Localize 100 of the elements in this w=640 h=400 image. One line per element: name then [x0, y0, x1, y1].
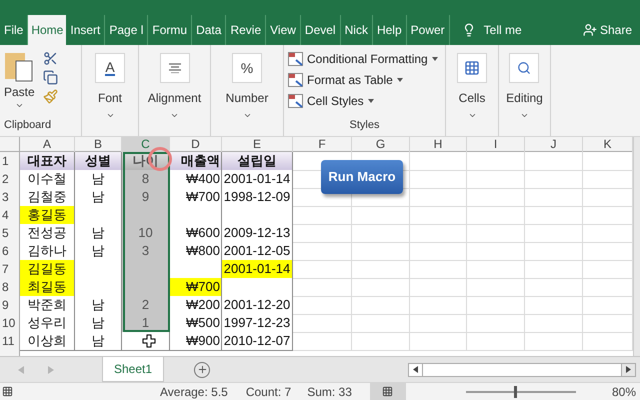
macro-record-icon[interactable] — [2, 386, 13, 397]
zoom-level[interactable]: 80% — [612, 382, 636, 400]
empty-cell — [467, 314, 525, 333]
group-label: Styles — [348, 118, 380, 132]
empty-cell — [467, 332, 525, 351]
table-cell: 대표자 — [20, 152, 75, 171]
empty-cell — [410, 152, 467, 171]
column-header[interactable]: F — [293, 137, 352, 152]
row-header[interactable]: 8 — [0, 278, 20, 297]
ribbon-tab[interactable]: Home — [28, 15, 66, 45]
add-person-icon — [582, 23, 597, 37]
styles-menu-item[interactable]: Format as Table — [288, 71, 445, 89]
row-header[interactable]: 11 — [0, 332, 20, 351]
caret-icon — [170, 111, 179, 120]
empty-cell — [410, 260, 467, 279]
row-header[interactable]: 7 — [0, 260, 20, 279]
cells-icon — [464, 60, 480, 76]
copy-icon[interactable] — [42, 70, 58, 85]
table-cell: 홍길동 — [20, 206, 75, 225]
zoom-slider[interactable] — [466, 386, 576, 398]
run-macro-button[interactable]: Run Macro — [321, 160, 403, 194]
table-cell: 2009-12-13 — [222, 224, 293, 243]
table-cell: 남 — [75, 332, 122, 351]
row-header[interactable]: 1 — [0, 152, 20, 171]
search-icon — [517, 61, 532, 75]
row-header[interactable]: 10 — [0, 314, 20, 333]
table-cell: 남 — [75, 314, 122, 333]
table-cell: 1998-12-09 — [222, 188, 293, 207]
column-header[interactable]: G — [352, 137, 410, 152]
scroll-left-icon[interactable] — [413, 366, 418, 373]
row-header[interactable]: 5 — [0, 224, 20, 243]
row-header[interactable]: 6 — [0, 242, 20, 261]
empty-cell — [467, 296, 525, 315]
row-header[interactable]: 4 — [0, 206, 20, 225]
status-count: Count: 7 — [246, 384, 292, 400]
table-cell: 김길동 — [20, 260, 75, 279]
table-cell: 2001-01-14 — [222, 170, 293, 189]
empty-cell — [352, 296, 410, 315]
cut-icon[interactable] — [42, 51, 58, 66]
column-header[interactable]: H — [410, 137, 467, 152]
empty-cell — [525, 188, 583, 207]
add-sheet-button[interactable] — [194, 362, 210, 378]
empty-cell — [410, 296, 467, 315]
empty-cell — [410, 170, 467, 189]
horizontal-scrollbar[interactable] — [408, 362, 636, 376]
empty-cell — [410, 206, 467, 225]
vertical-scrollbar[interactable] — [633, 137, 640, 356]
empty-cell — [352, 260, 410, 279]
zoom-thumb[interactable] — [514, 386, 517, 398]
editing-button[interactable]: Editing — [502, 45, 547, 136]
plus-icon — [196, 364, 208, 375]
sheet-tab[interactable]: Sheet1 — [102, 356, 164, 382]
empty-cell — [410, 314, 467, 333]
caret-icon — [242, 111, 252, 120]
styles-menu-item[interactable]: Cell Styles — [288, 92, 445, 110]
empty-cell — [525, 260, 583, 279]
table-cell: ₩200 — [170, 296, 222, 315]
percent-icon: % — [240, 58, 254, 78]
scroll-right-icon[interactable] — [626, 366, 631, 373]
caret-icon — [468, 111, 476, 120]
row-header[interactable]: 9 — [0, 296, 20, 315]
table-cell: ₩700 — [170, 278, 222, 297]
empty-cell — [525, 278, 583, 297]
table-cell: 설립일 — [222, 152, 293, 171]
column-header[interactable]: J — [525, 137, 583, 152]
row-header[interactable]: 2 — [0, 170, 20, 189]
empty-cell — [410, 278, 467, 297]
caret-icon — [106, 111, 114, 120]
caret-icon — [520, 111, 529, 120]
cells-button[interactable]: Cells — [453, 45, 491, 136]
table-cell: 매출액 — [170, 152, 222, 171]
table-cell: 최길동 — [20, 278, 75, 297]
alignment-button[interactable]: Alignment — [144, 45, 206, 136]
caret-icon — [368, 99, 374, 103]
paste-button[interactable]: Paste — [4, 49, 35, 116]
caret-icon — [14, 101, 24, 110]
empty-cell — [410, 242, 467, 261]
table-cell: 박준희 — [20, 296, 75, 315]
column-header[interactable]: C — [122, 137, 170, 152]
grid-icon — [382, 386, 394, 397]
column-header[interactable]: I — [467, 137, 525, 152]
table-cell: ₩500 — [170, 314, 222, 333]
table-cell: ₩700 — [170, 188, 222, 207]
font-button[interactable]: A Font — [91, 45, 129, 136]
row-header[interactable]: 3 — [0, 188, 20, 207]
tell-me-field[interactable]: Tell me — [484, 21, 522, 39]
share-button[interactable]: Share — [582, 15, 632, 45]
table-cell: 전성공 — [20, 224, 75, 243]
empty-cell — [410, 224, 467, 243]
empty-cell — [352, 206, 410, 225]
status-sum: Sum: 33 — [307, 384, 352, 400]
empty-cell — [467, 170, 525, 189]
styles-menu-item[interactable]: Conditional Formatting — [288, 50, 445, 68]
table-style-icon — [288, 52, 303, 66]
empty-cell — [352, 314, 410, 333]
empty-cell — [525, 242, 583, 261]
table-cell: 남 — [75, 188, 122, 207]
number-button[interactable]: % Number — [222, 45, 272, 136]
table-style-icon — [288, 94, 303, 108]
normal-view-button[interactable] — [370, 382, 406, 400]
